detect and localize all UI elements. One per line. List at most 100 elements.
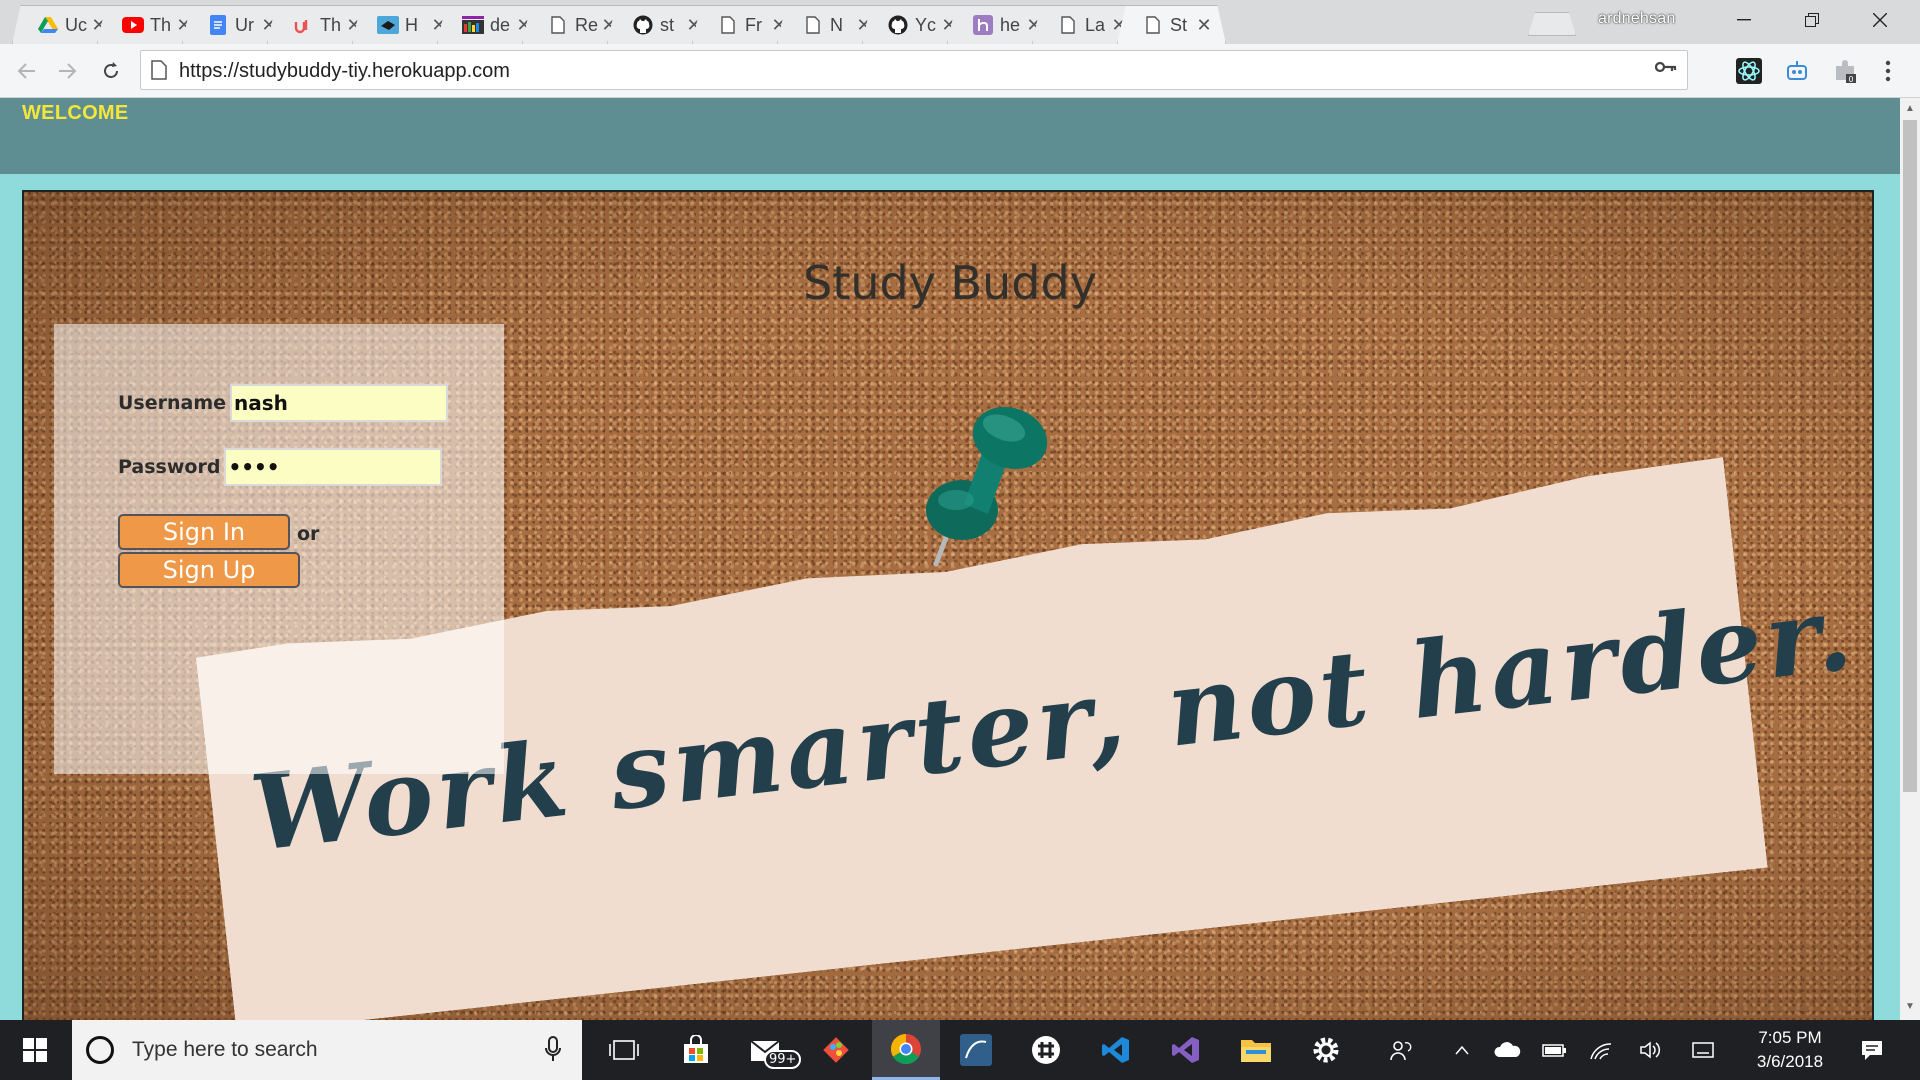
restore-button[interactable]: [1778, 0, 1846, 40]
tab-title: de: [490, 14, 511, 35]
reload-button[interactable]: [94, 54, 128, 88]
browser-toolbar: https://studybuddy-tiy.herokuapp.com 0: [0, 44, 1920, 98]
menu-dots-icon: [1885, 60, 1891, 82]
restore-icon: [1805, 13, 1819, 27]
show-hidden-icons-button[interactable]: [1448, 1020, 1476, 1080]
sign-up-button[interactable]: Sign Up: [118, 552, 300, 588]
username-input[interactable]: [230, 384, 449, 422]
sign-in-button[interactable]: Sign In: [118, 514, 290, 550]
settings-app[interactable]: [1292, 1020, 1360, 1080]
battery-icon: [1542, 1044, 1566, 1057]
battery-tray[interactable]: [1538, 1020, 1572, 1080]
tab-title: N: [830, 14, 843, 35]
profile-name[interactable]: ardnehsan: [1598, 10, 1675, 28]
mail-app[interactable]: 99+: [732, 1020, 802, 1080]
taskbar-search-box[interactable]: Type here to search: [72, 1020, 582, 1080]
tab-title: Yc: [915, 14, 937, 35]
password-label: Password: [118, 456, 221, 478]
windows-taskbar: Type here to search 99+ 7:05 PM 3/6/2018: [0, 1020, 1920, 1080]
tab-title: St: [1170, 14, 1188, 35]
password-input[interactable]: [224, 448, 443, 486]
store-app[interactable]: [662, 1020, 730, 1080]
bars-icon: [462, 14, 484, 36]
page-icon: [717, 14, 739, 36]
page-icon: [547, 14, 569, 36]
tab-close-icon[interactable]: ✕: [1195, 15, 1213, 36]
git-app[interactable]: [802, 1020, 870, 1080]
visual-studio-icon: [1172, 1037, 1199, 1063]
slack-icon: [1032, 1036, 1060, 1064]
gear-icon: [1313, 1037, 1339, 1063]
chrome-app[interactable]: [872, 1020, 940, 1080]
robot-extension-icon[interactable]: [1782, 56, 1812, 86]
welcome-link[interactable]: WELCOME: [22, 102, 129, 125]
clock-time: 7:05 PM: [1758, 1028, 1822, 1047]
browser-menu-button[interactable]: [1878, 56, 1898, 86]
start-button[interactable]: [0, 1020, 70, 1080]
page-info-icon[interactable]: [151, 60, 167, 85]
github-icon: [887, 14, 909, 36]
keyboard-icon: [1692, 1042, 1714, 1058]
scroll-down-arrow[interactable]: ▼: [1903, 1000, 1917, 1014]
drive-icon: [37, 14, 59, 36]
tab-title: H: [405, 14, 418, 35]
react-devtools-icon[interactable]: [1734, 56, 1764, 86]
file-explorer-app[interactable]: [1222, 1020, 1290, 1080]
minimize-button[interactable]: [1710, 0, 1778, 40]
action-center-button[interactable]: [1852, 1020, 1892, 1080]
tab-title: Uc: [65, 14, 87, 35]
pushpin-icon: [926, 406, 1048, 567]
page-scrollbar[interactable]: ▲ ▼: [1900, 98, 1920, 1020]
forward-button[interactable]: [50, 54, 84, 88]
scrollbar-thumb[interactable]: [1903, 120, 1917, 792]
tab-title: Th: [320, 14, 342, 35]
task-view-icon: [609, 1040, 639, 1060]
people-button[interactable]: [1380, 1020, 1420, 1080]
heroku-icon: [972, 14, 994, 36]
back-button[interactable]: [10, 54, 44, 88]
page-title: Study Buddy: [803, 256, 1097, 310]
tiy-icon: [377, 14, 399, 36]
username-label: Username: [118, 392, 227, 414]
cortana-icon[interactable]: [86, 1036, 114, 1064]
close-window-button[interactable]: [1846, 0, 1914, 40]
scroll-up-arrow[interactable]: ▲: [1903, 102, 1917, 116]
arrow-left-icon: [17, 63, 35, 79]
mysql-workbench-icon: [960, 1034, 992, 1066]
udemy-icon: [292, 14, 314, 36]
notification-icon: [1862, 1041, 1882, 1060]
volume-tray[interactable]: [1634, 1020, 1668, 1080]
speaker-icon: [1640, 1041, 1661, 1059]
chrome-icon: [890, 1033, 921, 1064]
wifi-tray[interactable]: [1584, 1020, 1618, 1080]
site-header: WELCOME: [0, 98, 1900, 174]
visual-studio-app[interactable]: [1152, 1020, 1220, 1080]
people-icon: [1390, 1041, 1412, 1061]
task-view-button[interactable]: [590, 1020, 658, 1080]
browser-tab[interactable]: St ✕: [1117, 5, 1226, 44]
username-row: Username: [118, 384, 449, 422]
onedrive-tray[interactable]: [1490, 1020, 1524, 1080]
page-icon: [1057, 14, 1079, 36]
url-text[interactable]: https://studybuddy-tiy.herokuapp.com: [179, 60, 510, 83]
svg-text:0: 0: [1849, 75, 1854, 84]
arrow-right-icon: [59, 63, 77, 79]
address-bar[interactable]: https://studybuddy-tiy.herokuapp.com: [140, 50, 1688, 90]
puzzle-extension-icon[interactable]: 0: [1830, 56, 1860, 86]
mail-badge: 99+: [764, 1050, 802, 1069]
search-placeholder: Type here to search: [132, 1038, 318, 1061]
tab-title: st: [660, 14, 675, 35]
input-indicator-tray[interactable]: [1686, 1020, 1720, 1080]
key-icon[interactable]: [1654, 60, 1677, 79]
youtube-icon: [122, 14, 144, 36]
slack-app[interactable]: [1012, 1020, 1080, 1080]
new-tab-button[interactable]: [1528, 12, 1576, 36]
page-viewport: WELCOME Work smarter, not harder. Study …: [0, 98, 1900, 1020]
microphone-icon[interactable]: [544, 1036, 562, 1062]
close-icon: [1873, 13, 1887, 27]
login-panel: Username Password Sign In or Sign Up: [54, 324, 504, 774]
mysql-workbench-app[interactable]: [942, 1020, 1010, 1080]
vscode-app[interactable]: [1082, 1020, 1150, 1080]
docs-icon: [207, 14, 229, 36]
taskbar-clock[interactable]: 7:05 PM 3/6/2018: [1740, 1026, 1840, 1074]
